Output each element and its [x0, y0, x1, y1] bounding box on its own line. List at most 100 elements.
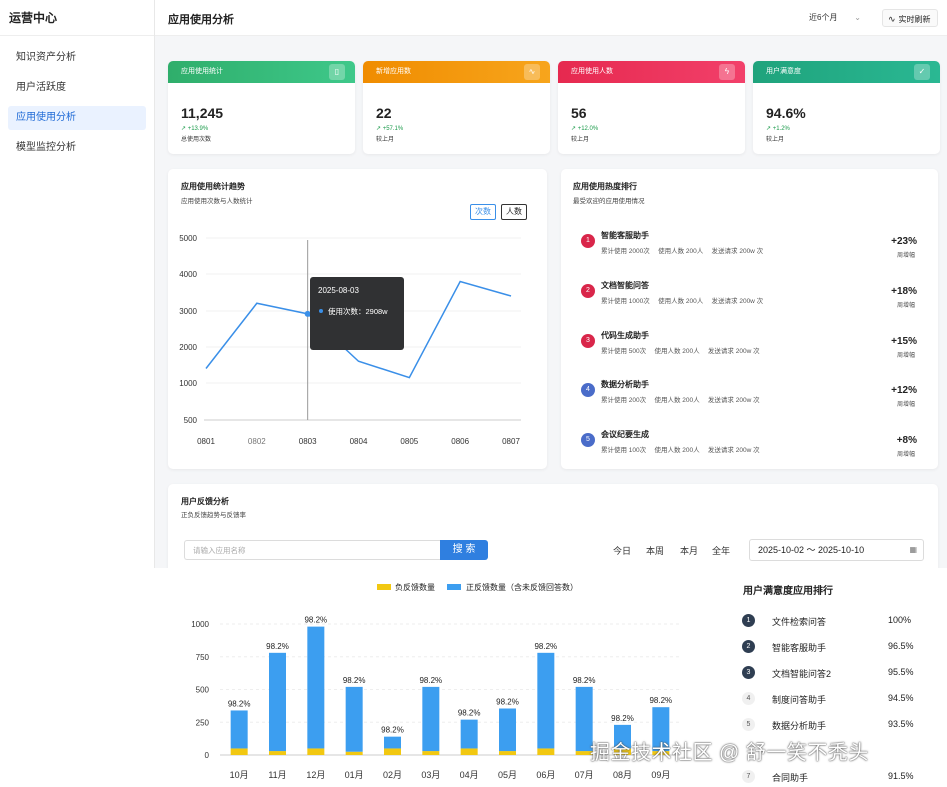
- rank-growth-label: 周增幅: [896, 353, 915, 359]
- stat-card-header: 用户满意度 ✓: [753, 61, 940, 83]
- satisfaction-rank-item[interactable]: 1 文件检索问答 100%: [742, 614, 922, 630]
- stat-card-new-apps: 新增应用数 ∿ 22 ↗ +57.1% 较上月: [363, 61, 550, 154]
- x-tick-label: 05月: [498, 770, 517, 780]
- toggle-count-button[interactable]: 次数: [470, 204, 496, 220]
- range-select[interactable]: 近6个月 ⌄: [801, 9, 867, 27]
- satisfaction-rank-item[interactable]: 5 数据分析助手 93.5%: [742, 718, 922, 734]
- rank-growth-label: 周增幅: [896, 253, 915, 259]
- stat-value: 94.6%: [766, 105, 806, 121]
- sidebar-item-knowledge-assets[interactable]: 知识资产分析: [8, 46, 146, 70]
- trend-title: 应用使用统计趋势: [181, 182, 245, 191]
- satisfaction-app-name: 数据分析助手: [772, 721, 827, 731]
- x-tick-label: 09月: [651, 770, 670, 780]
- bar-data-label: 98.2%: [304, 616, 327, 625]
- sidebar-item-user-activity[interactable]: 用户活跃度: [8, 76, 146, 100]
- satisfaction-percent: 95.5%: [888, 667, 914, 677]
- bar-negative: [345, 751, 363, 755]
- stat-value: 11,245: [181, 105, 224, 121]
- rank-number-badge: 1: [581, 234, 595, 248]
- satisfaction-percent: 94.5%: [888, 693, 914, 703]
- date-range-value: 2025-10-02 ～ 2025-10-10: [758, 545, 865, 555]
- page-title: 应用使用分析: [168, 14, 234, 26]
- stat-value: 56: [571, 105, 587, 121]
- y-tick-label: 250: [196, 718, 210, 727]
- satisfaction-rank-item[interactable]: 4 制度问答助手 94.5%: [742, 692, 922, 708]
- tooltip-date: 2025-08-03: [318, 286, 359, 295]
- hot-rank-item[interactable]: 1 智能客服助手 累计使用 2000次 使用人数 200人 发送请求 200w 次 +…: [581, 227, 921, 267]
- rank-app-name: 数据分析助手: [601, 380, 649, 389]
- bar-negative: [384, 748, 401, 755]
- rank-app-stats: 累计使用 500次 使用人数 200人 发送请求 200w 次: [601, 348, 760, 355]
- toggle-people-button[interactable]: 人数: [501, 204, 527, 220]
- rank-app-name: 文档智能问答: [601, 281, 649, 290]
- satisfaction-rank-item[interactable]: 3 文档智能问答2 95.5%: [742, 666, 922, 682]
- stat-card-title: 应用使用统计: [181, 68, 223, 75]
- rank-number-badge: 2: [581, 284, 595, 298]
- rank-growth: +15%: [891, 336, 917, 347]
- refresh-button[interactable]: ∿ 实时刷新: [882, 9, 938, 27]
- chart-tooltip: 2025-08-03 使用次数：2908w: [310, 277, 404, 350]
- y-tick-label: 1000: [191, 620, 209, 629]
- stat-card-header: 新增应用数 ∿: [363, 61, 550, 83]
- x-tick-label: 0806: [451, 437, 469, 446]
- y-tick-label: 4000: [179, 270, 197, 279]
- quick-filter-month[interactable]: 本月: [680, 544, 698, 557]
- x-tick-label: 0804: [350, 437, 368, 446]
- hot-rank-item[interactable]: 3 代码生成助手 累计使用 500次 使用人数 200人 发送请求 200w 次 +1…: [581, 327, 921, 367]
- rank-growth-label: 周增幅: [896, 402, 915, 408]
- stat-card-title: 新增应用数: [376, 68, 411, 75]
- stat-card-header: 应用使用统计 ▯: [168, 61, 355, 83]
- x-tick-label: 0802: [248, 437, 266, 446]
- rank-app-stats: 累计使用 100次 使用人数 200人 发送请求 200w 次: [601, 447, 760, 454]
- legend-negative-label: 负反馈数量: [395, 583, 435, 592]
- satisfaction-app-name: 文件检索问答: [772, 617, 827, 627]
- stat-card-title: 应用使用人数: [571, 68, 613, 75]
- app-search-input[interactable]: [184, 540, 440, 560]
- satisfaction-rank-item[interactable]: 2 智能客服助手 96.5%: [742, 640, 922, 656]
- y-tick-label: 500: [184, 416, 198, 425]
- satisfaction-percent: 93.5%: [888, 719, 914, 729]
- stat-change: ↗ +1.2%: [766, 126, 790, 132]
- search-button[interactable]: 搜 索: [440, 540, 488, 560]
- hot-title: 应用使用热度排行: [573, 182, 637, 191]
- satisfaction-percent: 96.5%: [888, 641, 914, 651]
- hot-subtitle: 最受欢迎的应用使用情况: [573, 198, 645, 205]
- hot-rank-item[interactable]: 5 会议纪要生成 累计使用 100次 使用人数 200人 发送请求 200w 次 +8…: [581, 426, 921, 466]
- bar-data-label: 98.2%: [611, 714, 634, 723]
- calendar-icon: ▦: [909, 545, 917, 554]
- hot-rank-item[interactable]: 2 文档智能问答 累计使用 1000次 使用人数 200人 发送请求 200w 次 +…: [581, 277, 921, 317]
- stat-card-header: 应用使用人数 ϟ: [558, 61, 745, 83]
- y-tick-label: 3000: [179, 307, 197, 316]
- top-header: 应用使用分析 近6个月 ⌄ ∿ 实时刷新: [155, 0, 947, 36]
- sidebar-nav: 知识资产分析 用户活跃度 应用使用分析 模型监控分析: [0, 36, 154, 176]
- quick-filter-today[interactable]: 今日: [613, 544, 631, 557]
- x-tick-label: 03月: [421, 770, 440, 780]
- stat-card-title: 用户满意度: [766, 68, 801, 75]
- lightning-icon: ϟ: [719, 64, 735, 80]
- bar-positive: [345, 686, 363, 752]
- rank-number-badge: 3: [581, 334, 595, 348]
- rank-growth-label: 周增幅: [896, 452, 915, 458]
- rank-app-stats: 累计使用 200次 使用人数 200人 发送请求 200w 次: [601, 397, 760, 404]
- quick-filter-year[interactable]: 全年: [712, 544, 730, 557]
- rank-app-name: 会议纪要生成: [601, 430, 649, 439]
- satisfaction-rank-item[interactable]: 7 合同助手 91.5%: [742, 770, 922, 786]
- sidebar-item-app-usage[interactable]: 应用使用分析: [8, 106, 146, 130]
- sidebar-item-model-monitor[interactable]: 模型监控分析: [8, 136, 146, 160]
- legend-positive-label: 正反馈数量（含未反馈回答数）: [466, 583, 578, 592]
- bar-data-label: 98.2%: [496, 697, 519, 706]
- x-tick-label: 06月: [536, 770, 555, 780]
- bar-data-label: 98.2%: [419, 676, 442, 685]
- stat-subtitle: 较上月: [376, 137, 395, 143]
- date-range-picker[interactable]: 2025-10-02 ～ 2025-10-10 ▦: [749, 539, 924, 561]
- x-tick-label: 10月: [230, 770, 249, 780]
- bar-negative: [230, 748, 248, 755]
- quick-filter-week[interactable]: 本周: [646, 544, 664, 557]
- x-tick-label: 0805: [400, 437, 418, 446]
- stat-change: ↗ +57.1%: [376, 126, 404, 132]
- stat-subtitle: 较上月: [571, 137, 590, 143]
- y-tick-label: 500: [196, 686, 210, 695]
- stat-card-users: 应用使用人数 ϟ 56 ↗ +12.0% 较上月: [558, 61, 745, 154]
- hot-rank-item[interactable]: 4 数据分析助手 累计使用 200次 使用人数 200人 发送请求 200w 次 +1…: [581, 376, 921, 416]
- rank-number-badge: 2: [742, 640, 755, 653]
